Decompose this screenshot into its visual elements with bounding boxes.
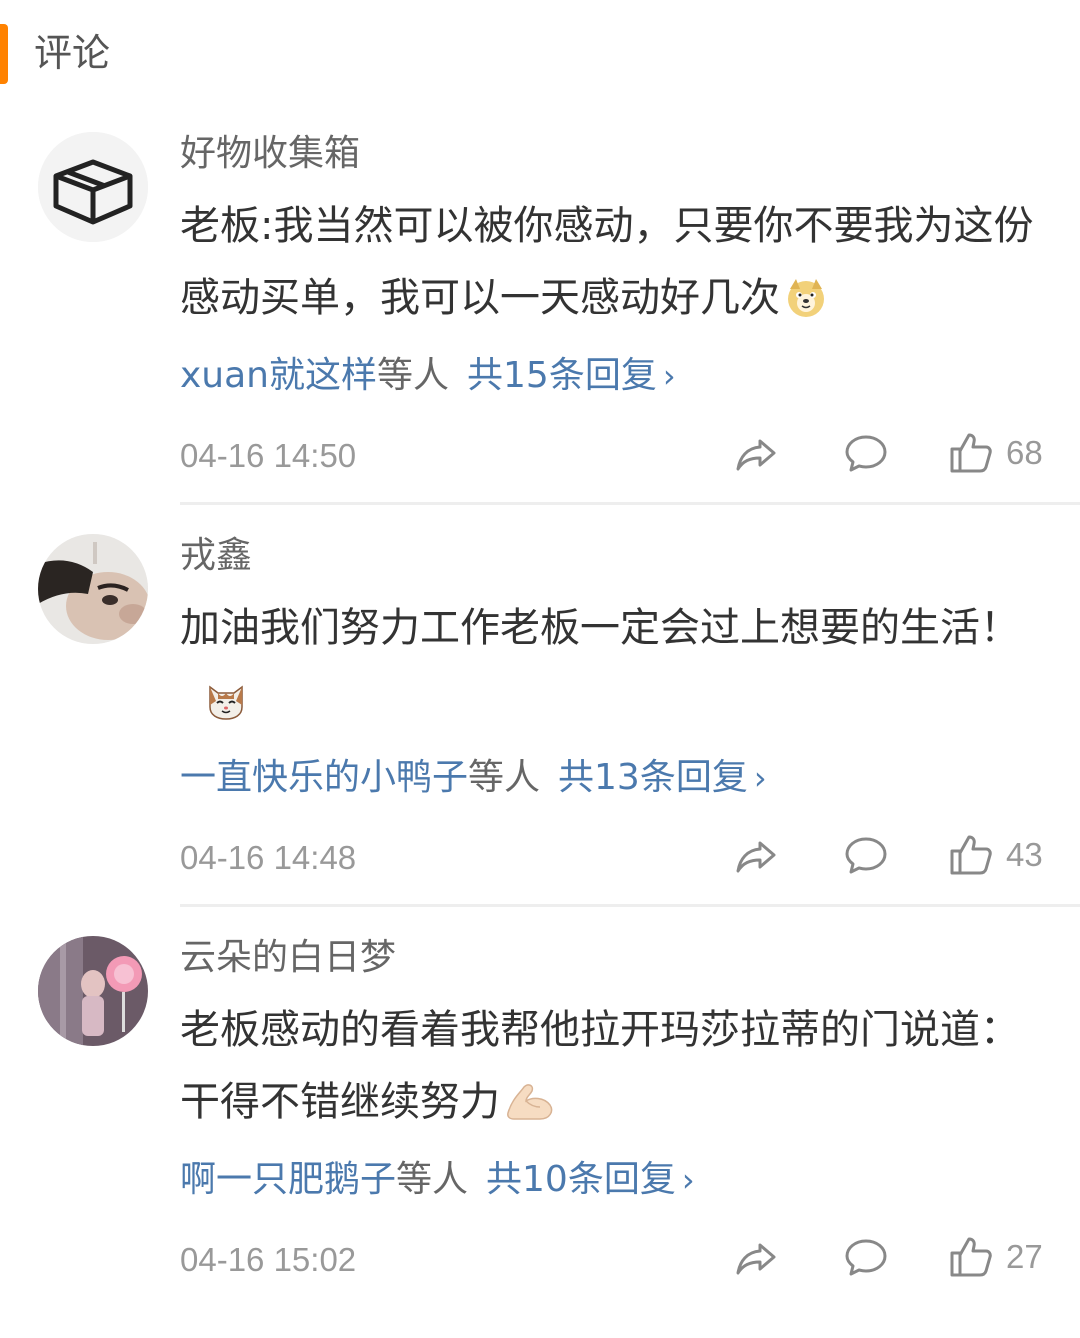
comment-icon bbox=[845, 435, 887, 472]
comment-button[interactable] bbox=[842, 429, 890, 477]
share-button[interactable] bbox=[732, 429, 780, 477]
username[interactable]: 云朵的白日梦 bbox=[180, 932, 396, 984]
thumbs-up-icon bbox=[950, 433, 992, 473]
profile-photo bbox=[38, 936, 148, 1046]
reply-count[interactable]: 共15条回复 bbox=[467, 355, 657, 396]
comment-icon bbox=[845, 1239, 887, 1276]
reply-users[interactable]: 啊一只肥鹅子 bbox=[180, 1159, 396, 1200]
reply-users[interactable]: xuan就这样 bbox=[180, 355, 377, 396]
comment-text-body: 老板:我当然可以被你感动，只要你不要我为这份感动买单，我可以一天感动好几次 bbox=[180, 203, 1034, 321]
comment-item: 戎鑫 加油我们努力工作老板一定会过上想要的生活！ 一直快乐的小鸭子等人 共13条回… bbox=[0, 534, 1080, 936]
comment-text: 老板:我当然可以被你感动，只要你不要我为这份感动买单，我可以一天感动好几次 bbox=[180, 190, 1040, 334]
avatar[interactable] bbox=[38, 534, 148, 644]
section-title: 评论 bbox=[34, 31, 111, 75]
comment-timestamp: 04-16 14:50 bbox=[180, 437, 357, 474]
comment-timestamp: 04-16 15:02 bbox=[180, 1241, 357, 1278]
comment-text: 加油我们努力工作老板一定会过上想要的生活！ bbox=[180, 592, 1040, 736]
avatar[interactable] bbox=[38, 132, 148, 242]
comments-section-header: 评论 bbox=[0, 0, 1080, 100]
thumbs-up-icon bbox=[950, 1237, 992, 1277]
username[interactable]: 好物收集箱 bbox=[180, 128, 360, 180]
reply-users-suffix: 等人 bbox=[377, 355, 450, 396]
chevron-right-icon: › bbox=[681, 1161, 695, 1199]
reply-summary-link[interactable]: xuan就这样等人 共15条回复 › bbox=[180, 350, 676, 402]
comment-timestamp: 04-16 14:48 bbox=[180, 839, 357, 876]
avatar[interactable] bbox=[38, 936, 148, 1046]
share-icon bbox=[736, 439, 776, 471]
flexed-biceps-emoji bbox=[504, 1079, 556, 1123]
comment-text-body: 老板感动的看着我帮他拉开玛莎拉蒂的门说道：干得不错继续努力 bbox=[180, 1007, 1020, 1125]
box-icon bbox=[38, 132, 148, 242]
comment-item: 好物收集箱 老板:我当然可以被你感动，只要你不要我为这份感动买单，我可以一天感动… bbox=[0, 132, 1080, 534]
comment-item: 云朵的白日梦 老板感动的看着我帮他拉开玛莎拉蒂的门说道：干得不错继续努力 啊一只… bbox=[0, 936, 1080, 1338]
reply-count[interactable]: 共10条回复 bbox=[486, 1159, 676, 1200]
comment-text: 老板感动的看着我帮他拉开玛莎拉蒂的门说道：干得不错继续努力 bbox=[180, 994, 1040, 1138]
section-accent-bar bbox=[0, 24, 8, 84]
thumbs-up-icon bbox=[950, 835, 992, 875]
reply-summary-link[interactable]: 一直快乐的小鸭子等人 共13条回复 › bbox=[180, 752, 767, 804]
reply-users[interactable]: 一直快乐的小鸭子 bbox=[180, 757, 468, 798]
chevron-right-icon: › bbox=[753, 759, 767, 797]
like-count: 43 bbox=[1006, 836, 1043, 873]
comment-button[interactable] bbox=[842, 1233, 890, 1281]
reply-users-suffix: 等人 bbox=[468, 757, 541, 798]
like-button[interactable]: 68 bbox=[946, 429, 1046, 477]
like-button[interactable]: 27 bbox=[946, 1233, 1046, 1281]
reply-summary-link[interactable]: 啊一只肥鹅子等人 共10条回复 › bbox=[180, 1154, 695, 1206]
like-count: 27 bbox=[1006, 1238, 1043, 1275]
comment-icon bbox=[845, 837, 887, 874]
comment-button[interactable] bbox=[842, 831, 890, 879]
doge-emoji bbox=[784, 275, 828, 319]
chevron-right-icon: › bbox=[662, 357, 676, 395]
comment-text-body: 加油我们努力工作老板一定会过上想要的生活！ bbox=[180, 605, 1020, 651]
reply-users-suffix: 等人 bbox=[396, 1159, 469, 1200]
cat-emoji bbox=[204, 677, 248, 721]
comment-divider bbox=[180, 502, 1080, 505]
share-button[interactable] bbox=[732, 1233, 780, 1281]
share-button[interactable] bbox=[732, 831, 780, 879]
share-icon bbox=[736, 841, 776, 873]
profile-photo bbox=[38, 534, 148, 644]
share-icon bbox=[736, 1243, 776, 1275]
comment-divider bbox=[180, 904, 1080, 907]
like-count: 68 bbox=[1006, 434, 1043, 471]
like-button[interactable]: 43 bbox=[946, 831, 1046, 879]
username[interactable]: 戎鑫 bbox=[180, 530, 252, 582]
reply-count[interactable]: 共13条回复 bbox=[558, 757, 748, 798]
